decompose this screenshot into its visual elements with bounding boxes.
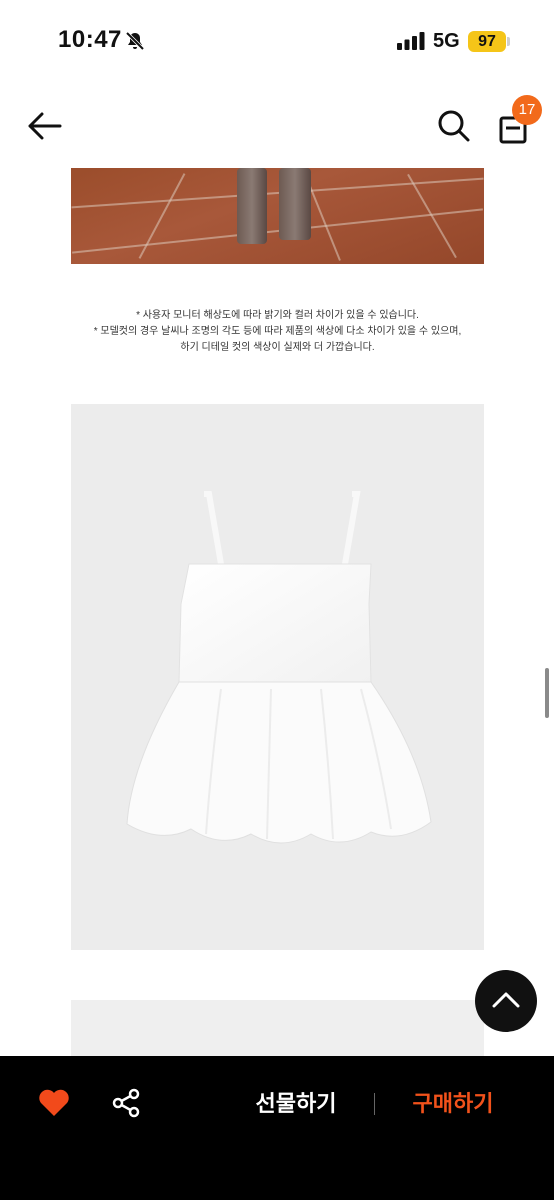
- share-icon: [112, 1088, 140, 1118]
- product-detail-content[interactable]: * 사용자 모니터 해상도에 따라 밝기와 컬러 차이가 있을 수 있습니다. …: [0, 168, 554, 1056]
- chevron-up-icon: [492, 992, 520, 1008]
- signal-bars-icon: [397, 32, 425, 55]
- network-type: 5G: [433, 30, 460, 52]
- model-photo-boots: [71, 168, 484, 264]
- buy-button[interactable]: 구매하기: [393, 1086, 513, 1122]
- product-photo-white-top: [71, 404, 484, 950]
- bell-slash-icon: [124, 30, 146, 57]
- back-button[interactable]: [26, 108, 66, 144]
- app-header: [0, 84, 554, 168]
- notice-line: * 모델컷의 경우 날씨나 조명의 각도 등에 따라 제품의 색상에 다소 차이…: [93, 326, 462, 337]
- scrollbar[interactable]: [545, 668, 549, 718]
- heart-icon: [39, 1089, 69, 1116]
- gift-button[interactable]: 선물하기: [236, 1086, 356, 1122]
- scroll-to-top-button[interactable]: [475, 970, 537, 1032]
- status-bar: 10:47 5G 97: [0, 0, 554, 84]
- cart-count-badge: 17: [512, 95, 542, 125]
- search-button[interactable]: [436, 108, 472, 144]
- color-notice: * 사용자 모니터 해상도에 따라 밝기와 컬러 차이가 있을 수 있습니다. …: [71, 308, 484, 356]
- product-photo-next: [71, 1000, 484, 1056]
- notice-line: * 사용자 모니터 해상도에 따라 밝기와 컬러 차이가 있을 수 있습니다.: [136, 310, 419, 321]
- share-button[interactable]: [111, 1088, 141, 1118]
- battery-cap: [507, 37, 510, 46]
- search-icon: [438, 110, 470, 142]
- battery-indicator: 97: [468, 31, 506, 52]
- arrow-left-icon: [28, 112, 62, 140]
- like-button[interactable]: [38, 1088, 70, 1118]
- status-time: 10:47: [58, 26, 122, 53]
- notice-line: 하기 디테일 컷의 색상이 실제와 더 가깝습니다.: [180, 342, 375, 353]
- bottom-action-bar: 선물하기 구매하기: [0, 1056, 554, 1200]
- divider: [374, 1093, 375, 1115]
